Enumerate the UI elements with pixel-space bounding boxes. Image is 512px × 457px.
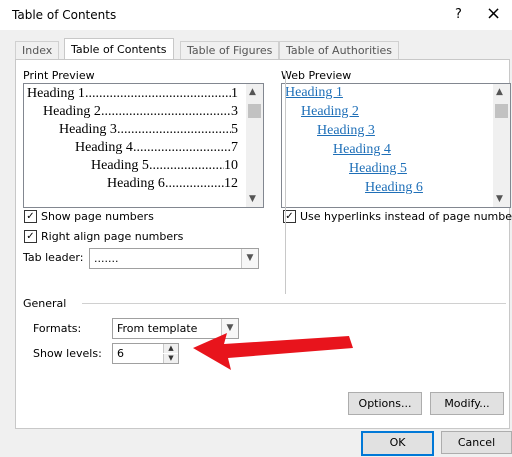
show-page-numbers-label[interactable]: Show page numbers: [41, 210, 154, 223]
title-bar: Table of Contents ? ×: [0, 0, 512, 30]
spin-down-icon[interactable]: ▼: [163, 354, 178, 363]
show-levels-value[interactable]: 6: [117, 347, 124, 360]
entry-heading: Heading 6: [107, 176, 165, 191]
entry-page-number: 7: [231, 140, 238, 155]
scroll-down-icon[interactable]: ▼: [496, 194, 503, 204]
entry-heading: Heading 4: [75, 140, 133, 155]
dot-leader: ........................................…: [116, 122, 231, 137]
dot-leader: ........................................…: [100, 104, 231, 119]
right-align-label[interactable]: Right align page numbers: [41, 230, 183, 243]
entry-page-number: 10: [224, 158, 238, 173]
formats-value: From template: [117, 322, 198, 335]
tab-index[interactable]: Index: [15, 41, 60, 59]
web-preview-link: Heading 2: [301, 104, 359, 119]
web-preview-link: Heading 1: [285, 85, 343, 100]
general-group-line: [82, 303, 506, 304]
web-preview-box: Heading 1 Heading 2 Heading 3 Heading 4 Head…: [281, 83, 511, 208]
show-levels-label: Show levels:: [33, 347, 102, 360]
scroll-down-icon[interactable]: ▼: [249, 194, 256, 204]
options-button[interactable]: Options...: [348, 392, 422, 415]
scroll-up-icon[interactable]: ▲: [496, 87, 503, 97]
entry-heading: Heading 5: [91, 158, 149, 173]
show-page-numbers-checkbox[interactable]: ✓: [24, 210, 37, 223]
dot-leader: ........................................…: [148, 158, 224, 173]
ok-button-label: OK: [389, 436, 406, 449]
scroll-up-icon[interactable]: ▲: [249, 87, 256, 97]
print-preview-entry: Heading 6...............................…: [107, 176, 238, 192]
dot-leader: ........................................…: [84, 86, 231, 101]
tab-panel: Print Preview Heading 1.................…: [15, 59, 512, 429]
entry-page-number: 3: [231, 104, 238, 119]
entry-page-number: 12: [224, 176, 238, 191]
modify-button[interactable]: Modify...: [430, 392, 504, 415]
formats-label: Formats:: [33, 322, 82, 335]
web-preview-scrollbar[interactable]: ▲ ▼: [493, 84, 510, 207]
web-preview-link: Heading 3: [317, 123, 375, 138]
ok-button[interactable]: OK: [361, 431, 434, 456]
window-title: Table of Contents: [12, 8, 117, 22]
entry-heading: Heading 1: [27, 86, 85, 101]
print-preview-box: Heading 1...............................…: [23, 83, 264, 208]
scroll-thumb[interactable]: [495, 104, 508, 118]
entry-heading: Heading 3: [59, 122, 117, 137]
web-preview-link: Heading 6: [365, 180, 423, 195]
dot-leader: ........................................…: [164, 176, 224, 191]
print-preview-entry: Heading 1...............................…: [27, 86, 238, 102]
web-preview-label: Web Preview: [281, 69, 352, 82]
help-button[interactable]: ?: [455, 7, 462, 22]
column-divider: [285, 70, 286, 294]
chevron-down-icon[interactable]: ▼: [241, 249, 258, 268]
print-preview-label: Print Preview: [23, 69, 95, 82]
scroll-thumb[interactable]: [248, 104, 261, 118]
red-arrow-annotation: [193, 333, 353, 370]
right-align-checkbox[interactable]: ✓: [24, 230, 37, 243]
web-preview-link: Heading 4: [333, 142, 391, 157]
spin-up-icon[interactable]: ▲: [163, 344, 178, 353]
tab-leader-select[interactable]: ....... ▼: [89, 248, 259, 269]
tab-table-of-authorities[interactable]: Table of Authorities: [279, 41, 399, 59]
tab-leader-value: .......: [94, 252, 119, 265]
modify-button-label: Modify...: [444, 397, 490, 410]
print-preview-entry: Heading 5...............................…: [91, 158, 238, 174]
web-preview-link: Heading 5: [349, 161, 407, 176]
dot-leader: ........................................…: [132, 140, 231, 155]
tab-leader-label: Tab leader:: [23, 251, 84, 264]
close-button[interactable]: ×: [486, 3, 501, 24]
toc-dialog: Table of Contents ? × Index Table of Con…: [0, 0, 512, 457]
tab-table-of-figures[interactable]: Table of Figures: [180, 41, 280, 59]
cancel-button-label: Cancel: [457, 436, 496, 449]
tab-label: Table of Contents: [71, 43, 167, 56]
use-hyperlinks-label[interactable]: Use hyperlinks instead of page numbers: [300, 210, 512, 223]
print-preview-entry: Heading 2...............................…: [43, 104, 238, 120]
show-levels-stepper[interactable]: 6 ▲ ▼: [112, 343, 179, 364]
arrow-icon: [193, 333, 353, 370]
general-group-label: General: [23, 297, 67, 310]
entry-page-number: 1: [231, 86, 238, 101]
print-preview-scrollbar[interactable]: ▲ ▼: [246, 84, 263, 207]
tab-table-of-contents[interactable]: Table of Contents: [64, 38, 174, 60]
entry-heading: Heading 2: [43, 104, 101, 119]
print-preview-entry: Heading 4...............................…: [75, 140, 238, 156]
entry-page-number: 5: [231, 122, 238, 137]
options-button-label: Options...: [358, 397, 412, 410]
cancel-button[interactable]: Cancel: [441, 431, 512, 454]
print-preview-entry: Heading 3...............................…: [59, 122, 238, 138]
